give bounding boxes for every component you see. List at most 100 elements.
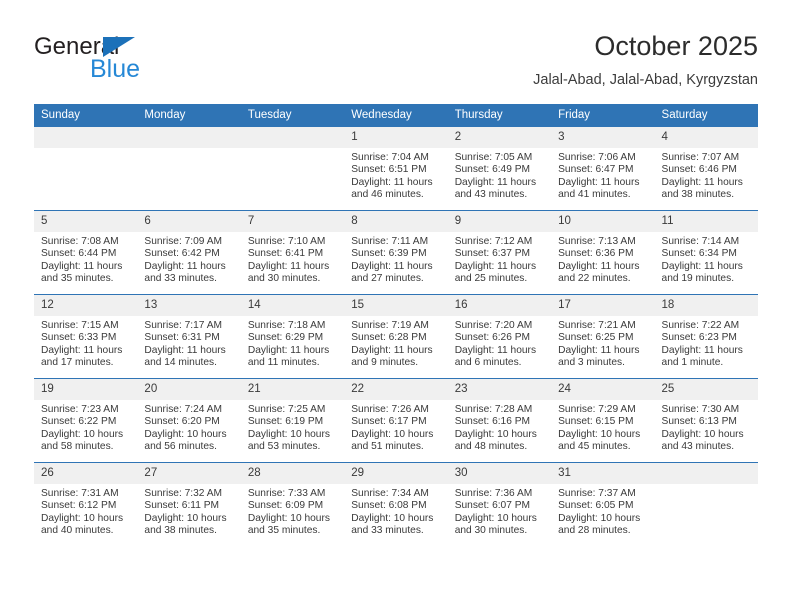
day-number: 25 [654,379,758,400]
day-sun-info: Sunrise: 7:23 AM Sunset: 6:22 PM Daylight:… [34,400,137,462]
daylight-text-line2: and 58 minutes. [41,441,114,453]
triangle-icon [103,37,135,57]
daylight-text-line2: and 41 minutes. [558,189,631,201]
calendar-day-cell[interactable]: 1 Sunrise: 7:04 AM Sunset: 6:51 PM Daylight… [344,127,448,211]
day-number [654,463,758,484]
sunrise-text: Sunrise: 7:14 AM [661,236,740,247]
brand-logo[interactable]: General Blue [34,34,234,90]
calendar-day-cell-empty [34,127,138,211]
sunset-text: Sunset: 6:28 PM [351,332,427,344]
day-number: 21 [240,379,345,400]
daylight-text-line2: and 51 minutes. [351,441,424,453]
calendar-day-cell[interactable]: 15 Sunrise: 7:19 AM Sunset: 6:28 PM Dayligh… [344,294,448,379]
daylight-text-line2: and 28 minutes. [558,525,631,537]
sunrise-text: Sunrise: 7:22 AM [661,320,740,331]
sunrise-text: Sunrise: 7:34 AM [351,488,429,499]
sunset-text: Sunset: 6:47 PM [558,164,634,176]
sunset-text: Sunset: 6:16 PM [454,416,531,428]
brand-name-blue: Blue [90,55,141,83]
calendar-day-cell[interactable]: 11 Sunrise: 7:14 AM Sunset: 6:34 PM Dayligh… [654,210,758,295]
day-number: 7 [240,211,345,232]
calendar-header-row: Sunday Monday Tuesday Wednesday Thursday… [34,104,758,127]
weekday-header-tuesday: Tuesday [240,104,345,127]
daylight-text-line1: Daylight: 10 hours [558,428,641,440]
day-sun-info: Sunrise: 7:30 AM Sunset: 6:13 PM Daylight:… [655,400,758,462]
calendar-day-cell[interactable]: 13 Sunrise: 7:17 AM Sunset: 6:31 PM Dayligh… [137,294,241,379]
daylight-text-line2: and 43 minutes. [454,189,528,201]
day-sun-info: Sunrise: 7:22 AM Sunset: 6:23 PM Daylight:… [655,316,758,378]
calendar-day-cell[interactable]: 31 Sunrise: 7:37 AM Sunset: 6:05 PM Dayligh… [551,462,655,546]
calendar-day-cell[interactable]: 29 Sunrise: 7:34 AM Sunset: 6:08 PM Dayligh… [344,462,448,546]
daylight-text-line1: Daylight: 11 hours [247,260,330,272]
daylight-text-line2: and 38 minutes. [144,525,217,537]
calendar-day-cell[interactable]: 27 Sunrise: 7:32 AM Sunset: 6:11 PM Dayligh… [137,462,241,546]
calendar-day-cell[interactable]: 24 Sunrise: 7:29 AM Sunset: 6:15 PM Dayligh… [551,378,655,463]
daylight-text-line2: and 33 minutes. [144,273,217,285]
calendar-day-cell[interactable]: 14 Sunrise: 7:18 AM Sunset: 6:29 PM Dayligh… [240,294,345,379]
calendar-day-cell[interactable]: 4 Sunrise: 7:07 AM Sunset: 6:46 PM Daylight… [654,127,758,211]
calendar-day-cell[interactable]: 20 Sunrise: 7:24 AM Sunset: 6:20 PM Dayligh… [137,378,241,463]
calendar-day-cell[interactable]: 5 Sunrise: 7:08 AM Sunset: 6:44 PM Daylight… [34,210,138,295]
calendar-day-cell[interactable]: 3 Sunrise: 7:06 AM Sunset: 6:47 PM Daylight… [551,127,655,211]
calendar-day-cell[interactable]: 22 Sunrise: 7:26 AM Sunset: 6:17 PM Dayligh… [344,378,448,463]
page-header: General Blue October 2025 Jalal-Abad, Ja… [34,30,758,100]
calendar-day-cell[interactable]: 19 Sunrise: 7:23 AM Sunset: 6:22 PM Dayligh… [34,378,138,463]
sunset-text: Sunset: 6:49 PM [454,164,531,176]
calendar-day-cell[interactable]: 16 Sunrise: 7:20 AM Sunset: 6:26 PM Dayligh… [447,294,552,379]
day-number: 8 [344,211,448,232]
daylight-text-line2: and 56 minutes. [144,441,217,453]
daylight-text-line1: Daylight: 10 hours [247,512,330,524]
daylight-text-line2: and 25 minutes. [454,273,528,285]
daylight-text-line2: and 22 minutes. [558,273,631,285]
day-number: 9 [447,211,552,232]
calendar-day-cell[interactable]: 8 Sunrise: 7:11 AM Sunset: 6:39 PM Daylight… [344,210,448,295]
calendar-day-cell[interactable]: 23 Sunrise: 7:28 AM Sunset: 6:16 PM Dayligh… [447,378,552,463]
day-number: 4 [654,127,758,148]
weekday-header-thursday: Thursday [447,104,552,127]
calendar-day-cell[interactable]: 21 Sunrise: 7:25 AM Sunset: 6:19 PM Dayligh… [240,378,345,463]
day-sun-info: Sunrise: 7:33 AM Sunset: 6:09 PM Daylight:… [241,484,344,546]
sunrise-text: Sunrise: 7:28 AM [454,404,533,415]
calendar-day-cell[interactable]: 12 Sunrise: 7:15 AM Sunset: 6:33 PM Dayligh… [34,294,138,379]
daylight-text-line2: and 45 minutes. [558,441,631,453]
calendar-day-cell[interactable]: 30 Sunrise: 7:36 AM Sunset: 6:07 PM Dayligh… [447,462,552,546]
calendar-day-cell[interactable]: 10 Sunrise: 7:13 AM Sunset: 6:36 PM Dayligh… [551,210,655,295]
sunrise-text: Sunrise: 7:10 AM [247,236,326,247]
day-sun-info: Sunrise: 7:20 AM Sunset: 6:26 PM Daylight:… [448,316,551,378]
sunrise-text: Sunrise: 7:25 AM [247,404,326,415]
calendar-day-cell[interactable]: 17 Sunrise: 7:21 AM Sunset: 6:25 PM Dayligh… [551,294,655,379]
daylight-text-line1: Daylight: 11 hours [454,176,537,188]
sunset-text: Sunset: 6:13 PM [661,416,737,428]
calendar-day-cell-empty [137,127,241,211]
calendar-week-row: 19 Sunrise: 7:23 AM Sunset: 6:22 PM Dayligh… [34,378,758,463]
calendar-day-cell[interactable]: 2 Sunrise: 7:05 AM Sunset: 6:49 PM Daylight… [447,127,552,211]
day-number: 30 [447,463,552,484]
day-sun-info: Sunrise: 7:34 AM Sunset: 6:08 PM Daylight:… [344,484,447,546]
calendar-day-cell[interactable]: 9 Sunrise: 7:12 AM Sunset: 6:37 PM Daylight… [447,210,552,295]
calendar-day-cell[interactable]: 7 Sunrise: 7:10 AM Sunset: 6:41 PM Daylight… [240,210,345,295]
daylight-text-line1: Daylight: 11 hours [144,344,226,356]
day-number: 31 [551,463,655,484]
sunrise-text: Sunrise: 7:29 AM [558,404,636,415]
calendar-day-cell[interactable]: 6 Sunrise: 7:09 AM Sunset: 6:42 PM Daylight… [137,210,241,295]
day-sun-info: Sunrise: 7:05 AM Sunset: 6:49 PM Daylight:… [448,148,551,210]
calendar-day-cell[interactable]: 18 Sunrise: 7:22 AM Sunset: 6:23 PM Dayligh… [654,294,758,379]
calendar-day-cell[interactable]: 26 Sunrise: 7:31 AM Sunset: 6:12 PM Dayligh… [34,462,138,546]
daylight-text-line2: and 30 minutes. [247,273,321,285]
day-sun-info: Sunrise: 7:31 AM Sunset: 6:12 PM Daylight:… [34,484,137,546]
daylight-text-line2: and 30 minutes. [454,525,528,537]
day-number: 24 [551,379,655,400]
day-number: 28 [240,463,345,484]
day-sun-info [137,148,240,210]
calendar-day-cell[interactable]: 28 Sunrise: 7:33 AM Sunset: 6:09 PM Dayligh… [240,462,345,546]
daylight-text-line1: Daylight: 11 hours [454,260,537,272]
day-number [34,127,138,148]
sunrise-text: Sunrise: 7:07 AM [661,152,740,163]
sunrise-text: Sunrise: 7:18 AM [247,320,326,331]
weekday-header-wednesday: Wednesday [344,104,448,127]
weekday-header-friday: Friday [551,104,655,127]
sunset-text: Sunset: 6:08 PM [351,500,427,512]
day-sun-info: Sunrise: 7:28 AM Sunset: 6:16 PM Daylight:… [448,400,551,462]
calendar-day-cell[interactable]: 25 Sunrise: 7:30 AM Sunset: 6:13 PM Dayligh… [654,378,758,463]
day-number: 10 [551,211,655,232]
